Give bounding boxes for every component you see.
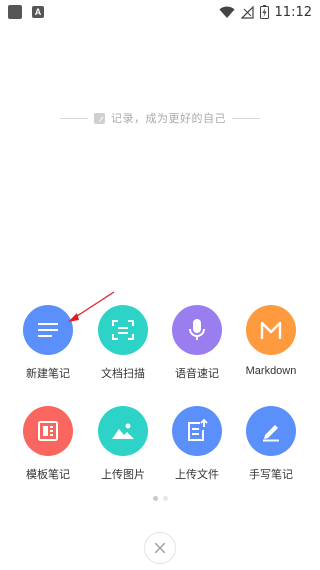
voice-note-label: 语音速记 <box>175 368 219 380</box>
new-note-label: 新建笔记 <box>26 368 70 380</box>
markdown-button[interactable]: Markdown <box>236 305 306 377</box>
edit-note-icon <box>94 112 105 124</box>
divider-left <box>60 117 88 119</box>
microphone-icon <box>172 305 222 355</box>
tagline: 记录，成为更好的自己 <box>0 108 320 128</box>
image-icon <box>98 406 148 456</box>
battery-charging-icon <box>259 5 269 19</box>
handwrite-note-label: 手写笔记 <box>249 469 293 481</box>
page-dot-2[interactable] <box>162 496 168 501</box>
page-indicator <box>0 496 320 501</box>
template-note-button[interactable]: 模板笔记 <box>13 406 83 482</box>
grid-row-1: 新建笔记 文档扫描 语音速记 Markdown <box>0 305 320 380</box>
status-icons: 11:12 <box>219 0 312 24</box>
new-note-icon <box>23 305 73 355</box>
upload-file-label: 上传文件 <box>175 469 219 481</box>
scan-document-label: 文档扫描 <box>101 368 145 380</box>
divider-right <box>232 117 260 119</box>
grid-row-2: 模板笔记 上传图片 上传文件 手写笔记 <box>0 406 320 481</box>
annotation-arrow <box>68 291 115 322</box>
page-dot-1[interactable] <box>152 496 158 501</box>
handwrite-note-button[interactable]: 手写笔记 <box>236 406 306 482</box>
wifi-icon <box>219 6 235 18</box>
app-notification-icon: A <box>32 6 44 18</box>
scan-document-button[interactable]: 文档扫描 <box>88 305 158 381</box>
markdown-label: Markdown <box>245 365 297 377</box>
signal-icon <box>240 5 254 19</box>
close-button[interactable] <box>144 532 176 564</box>
upload-image-button[interactable]: 上传图片 <box>88 406 158 482</box>
template-note-label: 模板笔记 <box>26 469 70 481</box>
upload-file-icon <box>172 406 222 456</box>
template-icon <box>23 406 73 456</box>
close-icon <box>154 542 166 554</box>
scan-document-icon <box>98 305 148 355</box>
markdown-m-icon <box>246 305 296 355</box>
upload-file-button[interactable]: 上传文件 <box>162 406 232 482</box>
tagline-text: 记录，成为更好的自己 <box>111 113 226 125</box>
notification-icon <box>8 5 22 19</box>
upload-image-label: 上传图片 <box>101 469 145 481</box>
new-note-button[interactable]: 新建笔记 <box>13 305 83 381</box>
handwrite-pen-icon <box>246 406 296 456</box>
status-bar: A 11:12 <box>0 0 320 24</box>
clock: 11:12 <box>274 4 312 20</box>
voice-note-button[interactable]: 语音速记 <box>162 305 232 381</box>
